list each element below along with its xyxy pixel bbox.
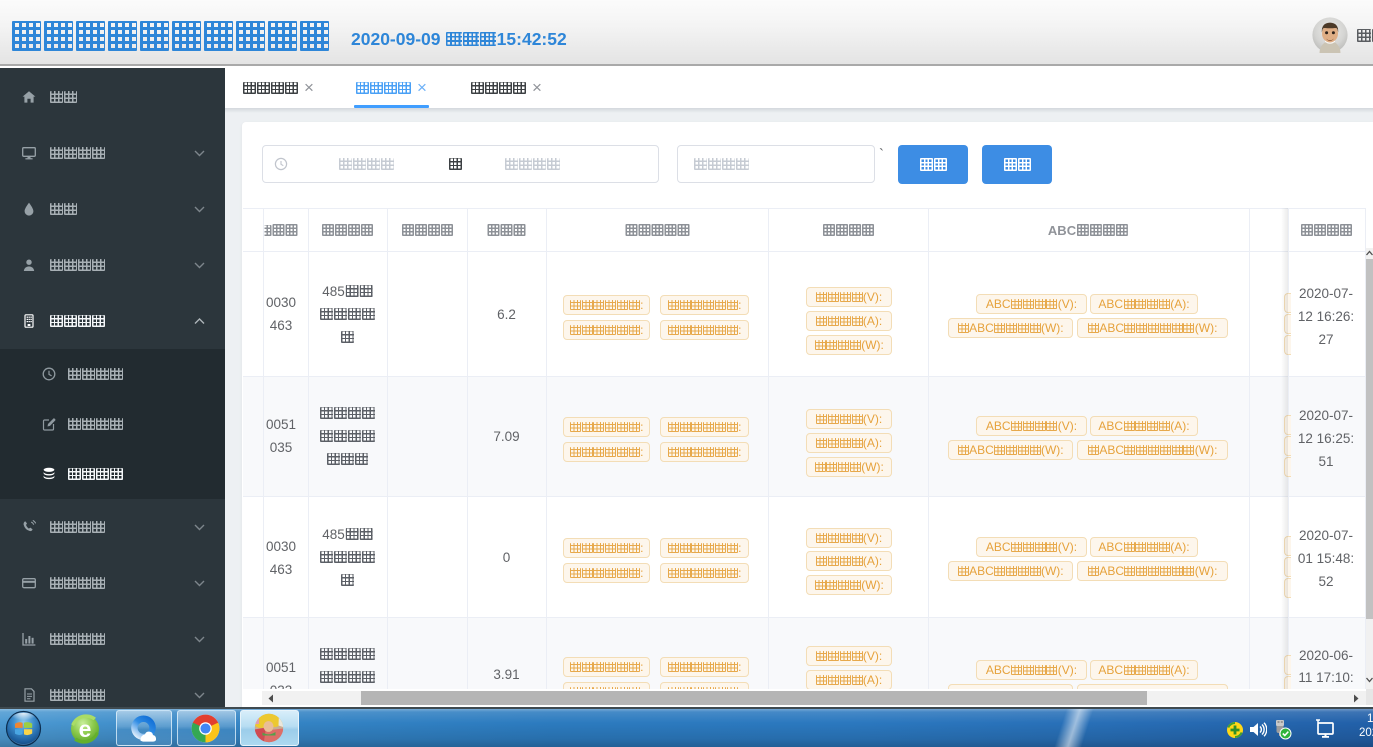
svg-text:e: e — [79, 716, 92, 742]
